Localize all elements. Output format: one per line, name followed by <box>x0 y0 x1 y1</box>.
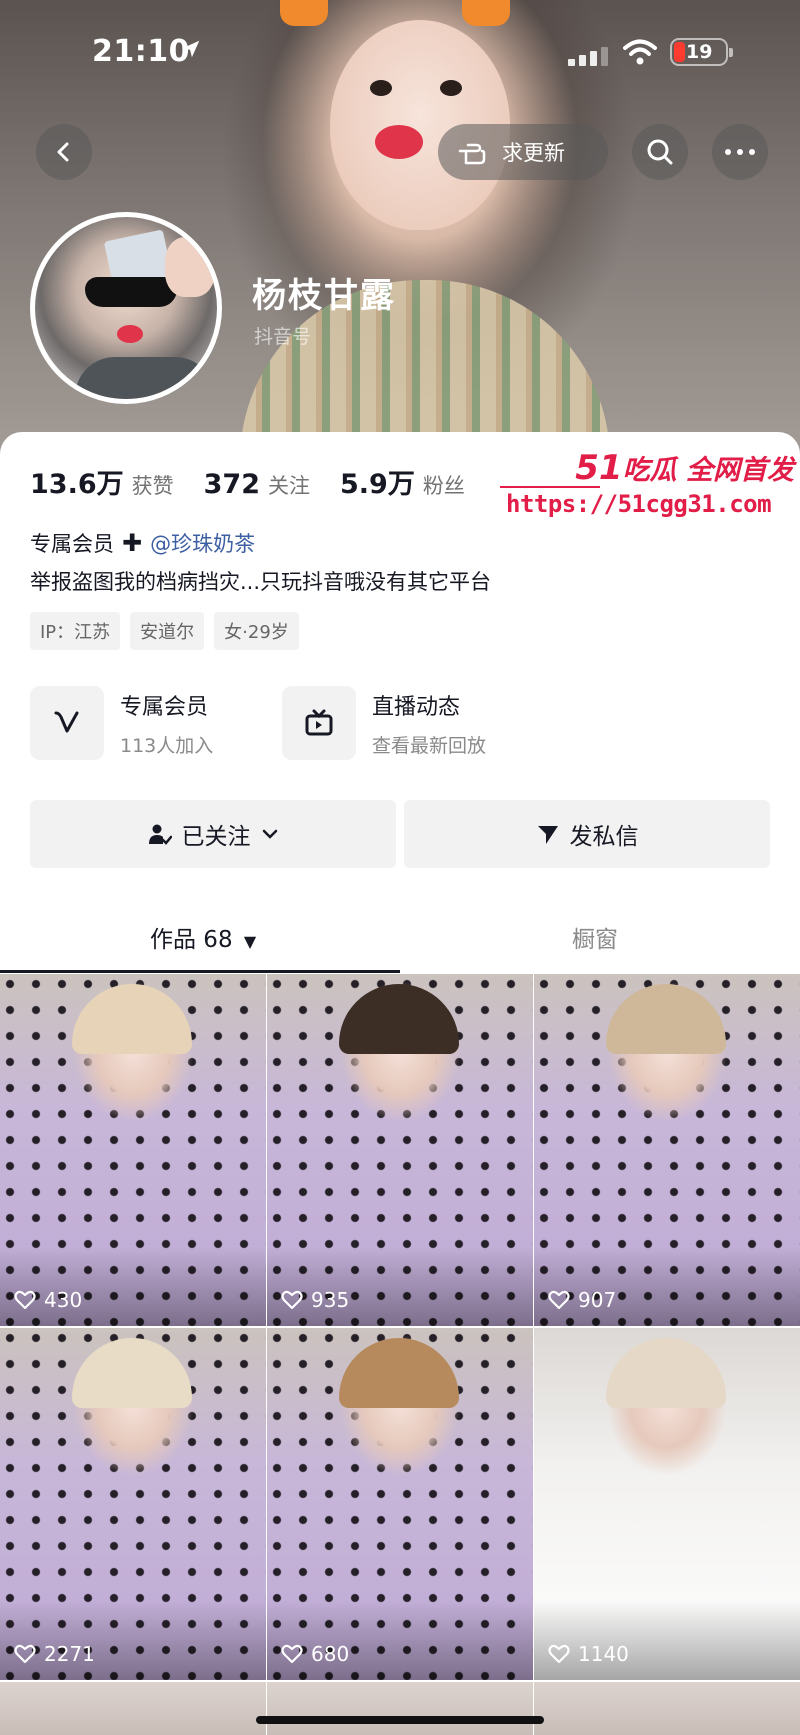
tag-location: 安道尔 <box>130 612 205 650</box>
plus-icon: ✚ <box>122 529 143 557</box>
tag-gender-age: 女·29岁 <box>214 612 299 650</box>
stat-value: 372 <box>203 469 260 500</box>
feature-subtitle: 113人加入 <box>120 734 214 757</box>
video-thumbnail[interactable]: 907 <box>534 974 800 1326</box>
tag-ip: IP：江苏 <box>30 612 121 650</box>
content-tabs: 作品 68 ▼ 橱窗 <box>0 904 800 974</box>
feature-title: 专属会员 <box>120 694 209 720</box>
video-likes-count: 1140 <box>578 1642 629 1666</box>
more-button[interactable] <box>712 124 768 180</box>
status-bar: 21:10 19 <box>0 0 800 100</box>
watermark-brand-text: 吃瓜 全网首发 <box>622 455 794 486</box>
battery-indicator: 19 <box>670 38 733 66</box>
heart-icon <box>548 1644 570 1664</box>
wifi-icon <box>623 39 657 65</box>
member-link[interactable]: @珍珠奶茶 <box>150 528 255 558</box>
tab-works[interactable]: 作品 68 ▼ <box>150 920 256 954</box>
tab-works-label: 作品 68 <box>150 927 233 953</box>
stat-label: 关注 <box>268 474 310 498</box>
video-thumbnail[interactable]: 2271 <box>0 1328 266 1680</box>
video-thumbnail[interactable]: 935 <box>267 974 533 1326</box>
feature-title: 直播动态 <box>372 694 461 720</box>
stat-value: 13.6万 <box>30 469 124 500</box>
message-button[interactable]: 发私信 <box>404 800 770 868</box>
search-button[interactable] <box>632 124 688 180</box>
hand-point-icon <box>458 143 486 165</box>
video-grid: 430 935 907 2271 680 1140 <box>0 974 800 1680</box>
stat-following[interactable]: 372 关注 <box>204 469 310 500</box>
video-grid-next-row <box>0 1682 800 1735</box>
stat-label: 获赞 <box>131 474 174 498</box>
stat-followers[interactable]: 5.9万 粉丝 <box>340 462 465 501</box>
heart-icon <box>281 1290 303 1310</box>
video-likes-count: 907 <box>578 1288 617 1312</box>
profile-name: 杨枝甘露 <box>252 276 396 316</box>
watermark-brand-num: 51 <box>575 448 623 488</box>
member-label: 专属会员 <box>30 532 114 556</box>
video-thumbnail[interactable]: 430 <box>0 974 266 1326</box>
feature-live[interactable]: 直播动态 查看最新回放 <box>282 686 486 760</box>
avatar[interactable] <box>30 212 222 404</box>
heart-icon <box>14 1290 36 1310</box>
video-thumbnail[interactable] <box>267 1682 533 1735</box>
profile-bio: 举报盗图我的档病挡灾...只玩抖音哦没有其它平台 <box>30 570 492 594</box>
request-update-button[interactable]: 求更新 <box>438 124 608 180</box>
search-icon <box>647 139 673 165</box>
feature-subtitle: 查看最新回放 <box>372 734 487 757</box>
chevron-down-icon <box>262 829 277 839</box>
tab-shop[interactable]: 橱窗 <box>572 920 618 954</box>
watermark: 51吃瓜 全网首发 https://51cgg31.com <box>500 448 800 528</box>
profile-tags: IP：江苏 安道尔 女·29岁 <box>30 612 299 650</box>
stat-label: 粉丝 <box>422 474 465 498</box>
request-update-label: 求更新 <box>502 141 565 165</box>
location-arrow-icon <box>182 40 200 58</box>
heart-icon <box>281 1644 303 1664</box>
video-likes-count: 680 <box>311 1642 350 1666</box>
more-icon <box>725 149 731 155</box>
video-likes-count: 935 <box>311 1288 350 1312</box>
video-likes: 1140 <box>548 1642 629 1666</box>
video-likes: 907 <box>548 1288 616 1312</box>
message-label: 发私信 <box>569 824 639 850</box>
v-icon <box>30 686 104 760</box>
video-thumbnail[interactable]: 1140 <box>534 1328 800 1680</box>
battery-level: 19 <box>686 41 713 63</box>
send-icon <box>537 826 558 844</box>
video-likes-count: 2271 <box>44 1642 95 1666</box>
stat-value: 5.9万 <box>340 469 415 500</box>
home-indicator[interactable] <box>256 1716 544 1724</box>
tab-underline <box>0 970 400 973</box>
following-label: 已关注 <box>181 824 251 850</box>
feature-membership[interactable]: 专属会员 113人加入 <box>30 686 213 760</box>
video-thumbnail[interactable] <box>534 1682 800 1735</box>
member-line: 专属会员 ✚ @珍珠奶茶 <box>30 528 255 558</box>
heart-icon <box>548 1290 570 1310</box>
status-time: 21:10 <box>92 34 190 69</box>
video-likes: 2271 <box>14 1642 95 1666</box>
stat-likes[interactable]: 13.6万 获赞 <box>30 462 174 501</box>
caret-down-icon: ▼ <box>243 932 257 951</box>
user-check-icon <box>148 824 172 845</box>
profile-stats: 13.6万 获赞 372 关注 5.9万 粉丝 <box>30 462 495 501</box>
watermark-brand: 51吃瓜 全网首发 <box>575 448 794 488</box>
signal-icon <box>568 44 610 66</box>
chevron-left-icon <box>57 142 69 162</box>
video-thumbnail[interactable]: 680 <box>267 1328 533 1680</box>
following-button[interactable]: 已关注 <box>30 800 396 868</box>
profile-id-label: 抖音号 <box>254 326 312 348</box>
video-likes: 680 <box>281 1642 349 1666</box>
heart-icon <box>14 1644 36 1664</box>
back-button[interactable] <box>36 124 92 180</box>
watermark-url: https://51cgg31.com <box>506 490 772 518</box>
video-likes: 935 <box>281 1288 349 1312</box>
tv-icon <box>282 686 356 760</box>
video-thumbnail[interactable] <box>0 1682 266 1735</box>
video-likes: 430 <box>14 1288 82 1312</box>
video-likes-count: 430 <box>44 1288 83 1312</box>
